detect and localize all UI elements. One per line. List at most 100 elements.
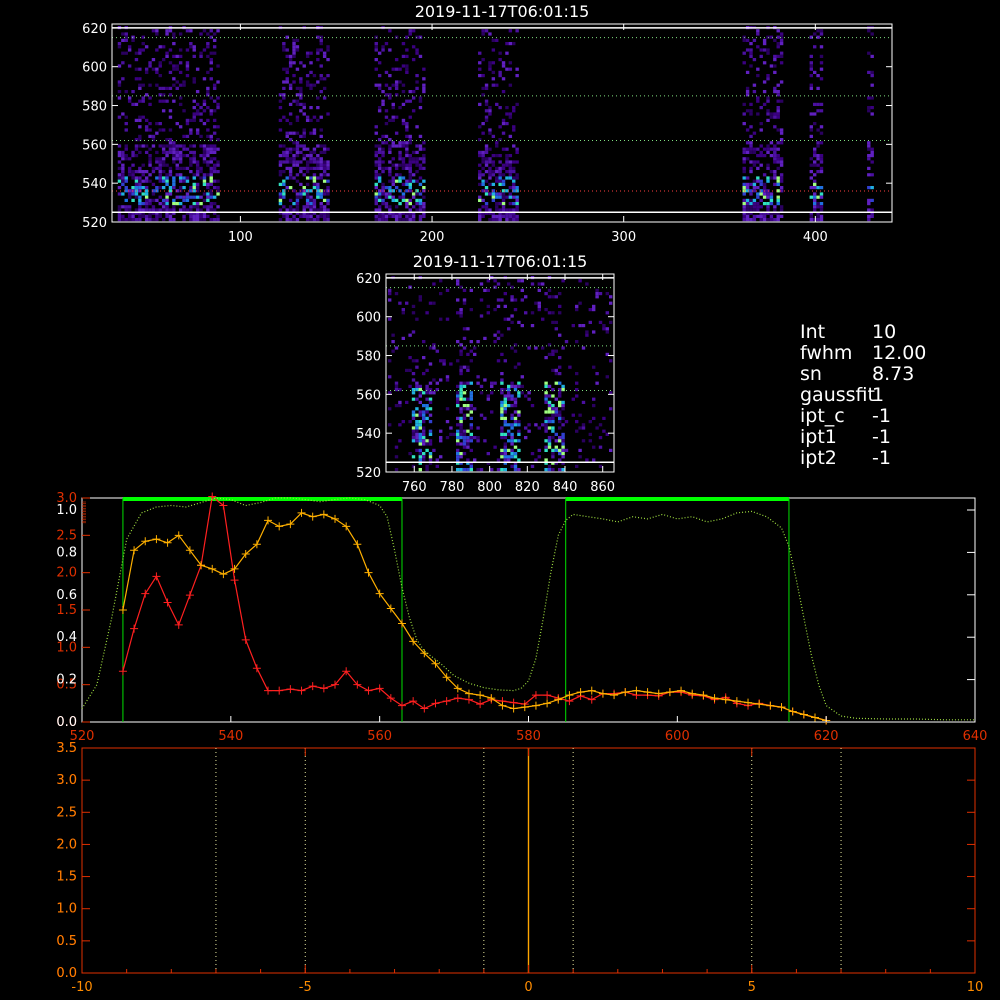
zoom-image-pixel [554,381,558,385]
zoom-image-pixel [486,311,490,315]
full-image-pixel [809,176,813,180]
full-image-pixel [816,186,820,190]
full-image-pixel [295,160,300,164]
full-image-pixel [195,102,200,106]
full-image-pixel [312,218,317,222]
spectrum-ytick-red-label: 2.0 [56,566,77,581]
full-image-pixel [302,147,306,151]
full-image-pixel [776,176,780,180]
full-image-pixel [134,179,139,183]
full-image-pixel [779,205,784,209]
full-image-pixel [172,144,176,148]
spectrum-point [219,570,228,579]
zoom-image-pixel [510,298,514,302]
zoom-image-pixel [418,426,422,430]
full-image-pixel [401,90,406,94]
full-image-pixel [185,154,190,158]
zoom-image-pixel [469,394,473,398]
zoom-image-pixel [524,436,528,440]
zoom-image-pixel [558,304,562,308]
full-image-pixel [415,160,419,164]
zoom-image-pixel [554,439,558,443]
full-image-pixel [312,173,317,177]
full-image-pixel [505,147,509,151]
full-image-pixel [212,208,217,212]
full-image-pixel [779,176,784,180]
zoom-image-pixel [394,384,399,388]
full-image-pixel [773,173,777,177]
full-image-pixel [121,112,125,116]
full-image-pixel [199,106,203,110]
zoom-image-pixel [432,448,436,452]
zoom-image-pixel [503,400,507,404]
full-image-pixel [484,205,489,209]
full-image-pixel [155,176,159,180]
full-image-pixel [766,218,770,222]
full-image-pixel [415,51,419,55]
zoom-image-pixel [469,439,473,443]
zoom-image-pixel [422,455,426,459]
zoom-image-pixel [585,458,589,462]
full-image-pixel [192,202,196,206]
full-image-pixel [151,67,156,71]
full-image-pixel [172,205,176,209]
full-image-pixel [148,64,152,68]
full-image-pixel [488,147,492,151]
full-image-pixel [202,122,207,126]
zoom-image-pixel [456,397,460,401]
full-image-pixel [401,160,406,164]
full-image-pixel [512,208,516,212]
zoom-image-pixel [558,400,562,404]
spectrum-point [163,598,172,607]
zoom-image-pixel [524,426,528,430]
full-image-pixel [766,144,770,148]
full-image-pixel [515,205,519,209]
full-image-pixel [316,195,320,199]
full-image-pixel [117,45,122,49]
zoom-image-pixel [609,320,613,324]
full-image-pixel [158,195,162,199]
zoom-image-pixel [561,436,565,440]
full-image-pixel [422,205,426,209]
full-image-pixel [762,90,767,94]
full-image-pixel [322,54,327,58]
full-image-pixel [411,192,416,196]
spectrum-point [476,700,485,709]
full-image-pixel [411,150,416,154]
full-image-pixel [295,147,300,151]
full-image-pixel [515,189,519,193]
zoom-image-pixel [503,452,507,456]
full-image-pixel [158,64,162,68]
zoom-image-pixel [507,432,511,436]
full-image-pixel [316,176,320,180]
full-image-pixel [501,198,506,202]
zoom-image-pixel [510,397,514,401]
zoom-image-pixel [500,455,504,459]
full-image-pixel [305,205,310,209]
full-image-pixel [312,150,317,154]
full-image-pixel [309,205,313,209]
full-image-pixel [155,131,159,135]
full-image-pixel [394,115,399,119]
zoom-image-pixel [578,279,582,283]
full-image-pixel [488,157,492,161]
full-image-pixel [762,147,767,151]
full-image-pixel [384,192,389,196]
full-image-pixel [175,150,179,154]
zoom-image-pixel [547,352,552,356]
zoom-image-pixel [428,429,433,433]
full-image-pixel [381,160,385,164]
param-ipt-c: ipt_c -1 [800,405,891,427]
full-image-pixel [195,160,200,164]
full-image-pixel [512,42,516,46]
full-image-pixel [488,208,492,212]
full-image-pixel [819,186,824,190]
zoom-image-pixel [479,413,484,417]
full-image-pixel [322,166,327,170]
full-image-pixel [779,42,784,46]
full-image-pixel [405,67,409,71]
full-image-pixel [172,182,176,186]
zoom-image-pixel [439,292,443,296]
zoom-image-pixel [466,365,470,369]
full-image-pixel [742,202,746,206]
